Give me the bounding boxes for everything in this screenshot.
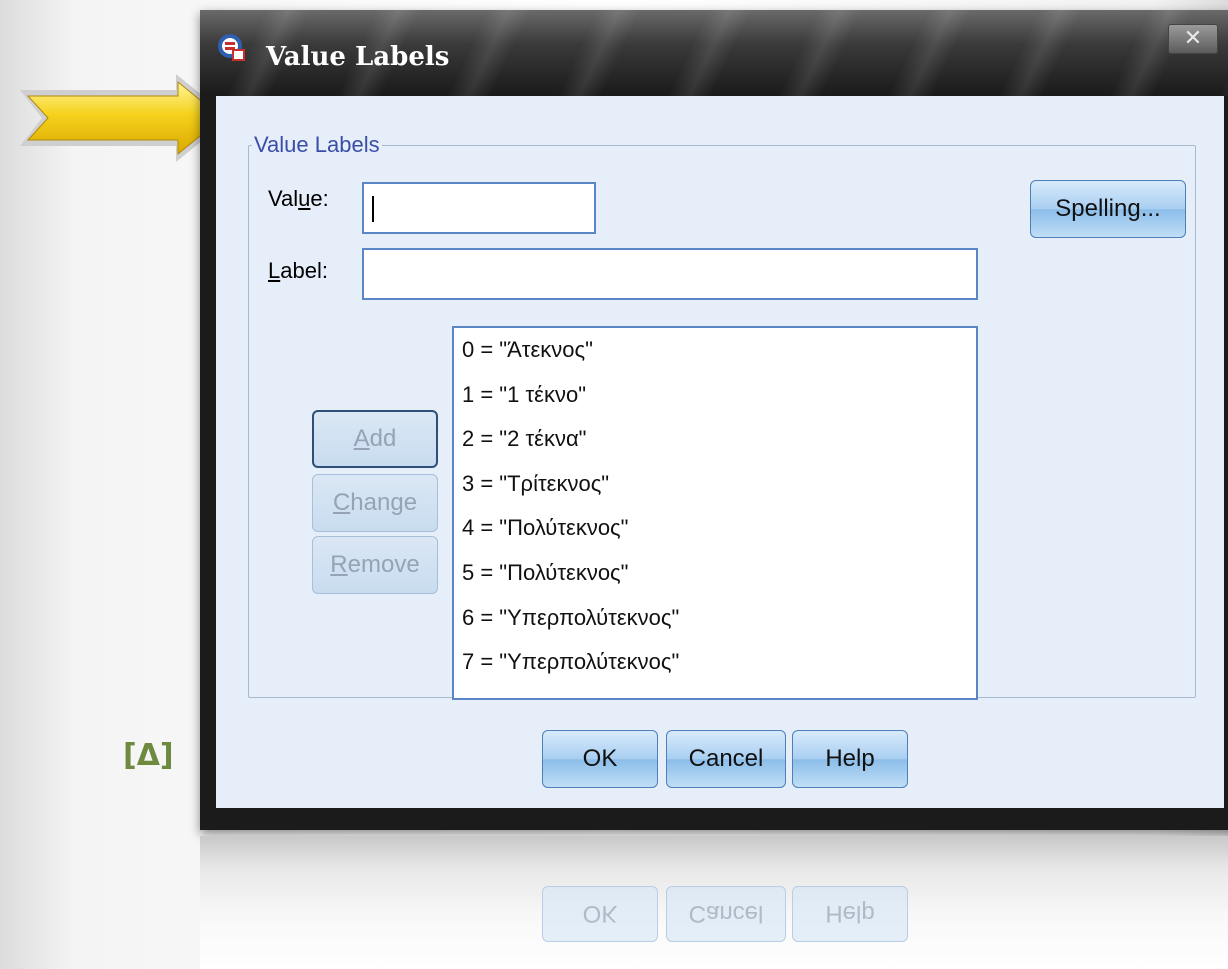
- list-item[interactable]: 7 = "Υπερπολύτεκνος": [454, 640, 976, 685]
- dialog-body: Value Labels Value: Label: Spelling... A…: [216, 96, 1224, 808]
- value-input[interactable]: [362, 182, 596, 234]
- value-labels-list[interactable]: 0 = "Άτεκνος" 1 = "1 τέκνο" 2 = "2 τέκνα…: [452, 326, 978, 700]
- help-button[interactable]: Help: [792, 730, 908, 788]
- title-bar[interactable]: Value Labels ✕: [200, 10, 1228, 96]
- list-item[interactable]: 1 = "1 τέκνο": [454, 373, 976, 418]
- dialog-title: Value Labels: [266, 42, 450, 72]
- spss-app-icon: [218, 34, 245, 61]
- list-item[interactable]: 0 = "Άτεκνος": [454, 328, 976, 373]
- list-item[interactable]: 3 = "Τρίτεκνος": [454, 462, 976, 507]
- annotation-label: [Δ]: [123, 738, 174, 773]
- value-labels-dialog: Value Labels ✕ Value Labels Value: Label…: [200, 10, 1228, 830]
- cancel-button[interactable]: Cancel: [666, 730, 786, 788]
- ok-button-reflection: OK: [542, 886, 658, 942]
- group-legend: Value Labels: [254, 132, 380, 157]
- text-caret: [372, 196, 374, 222]
- change-button[interactable]: Change: [312, 474, 438, 532]
- value-field-label: Value:: [268, 186, 329, 211]
- spelling-button[interactable]: Spelling...: [1030, 180, 1186, 238]
- list-item[interactable]: 4 = "Πολύτεκνος": [454, 506, 976, 551]
- close-icon: ✕: [1183, 25, 1203, 50]
- dialog-reflection: OK Cancel Help: [200, 836, 1228, 969]
- label-input[interactable]: [362, 248, 978, 300]
- help-button-reflection: Help: [792, 886, 908, 942]
- cancel-button-reflection: Cancel: [666, 886, 786, 942]
- label-field-label: Label:: [268, 258, 328, 283]
- ok-button[interactable]: OK: [542, 730, 658, 788]
- remove-button[interactable]: Remove: [312, 536, 438, 594]
- list-item[interactable]: 5 = "Πολύτεκνος": [454, 551, 976, 596]
- close-button[interactable]: ✕: [1168, 24, 1218, 54]
- list-item[interactable]: 6 = "Υπερπολύτεκνος": [454, 596, 976, 641]
- add-button[interactable]: Add: [312, 410, 438, 468]
- list-item[interactable]: 2 = "2 τέκνα": [454, 417, 976, 462]
